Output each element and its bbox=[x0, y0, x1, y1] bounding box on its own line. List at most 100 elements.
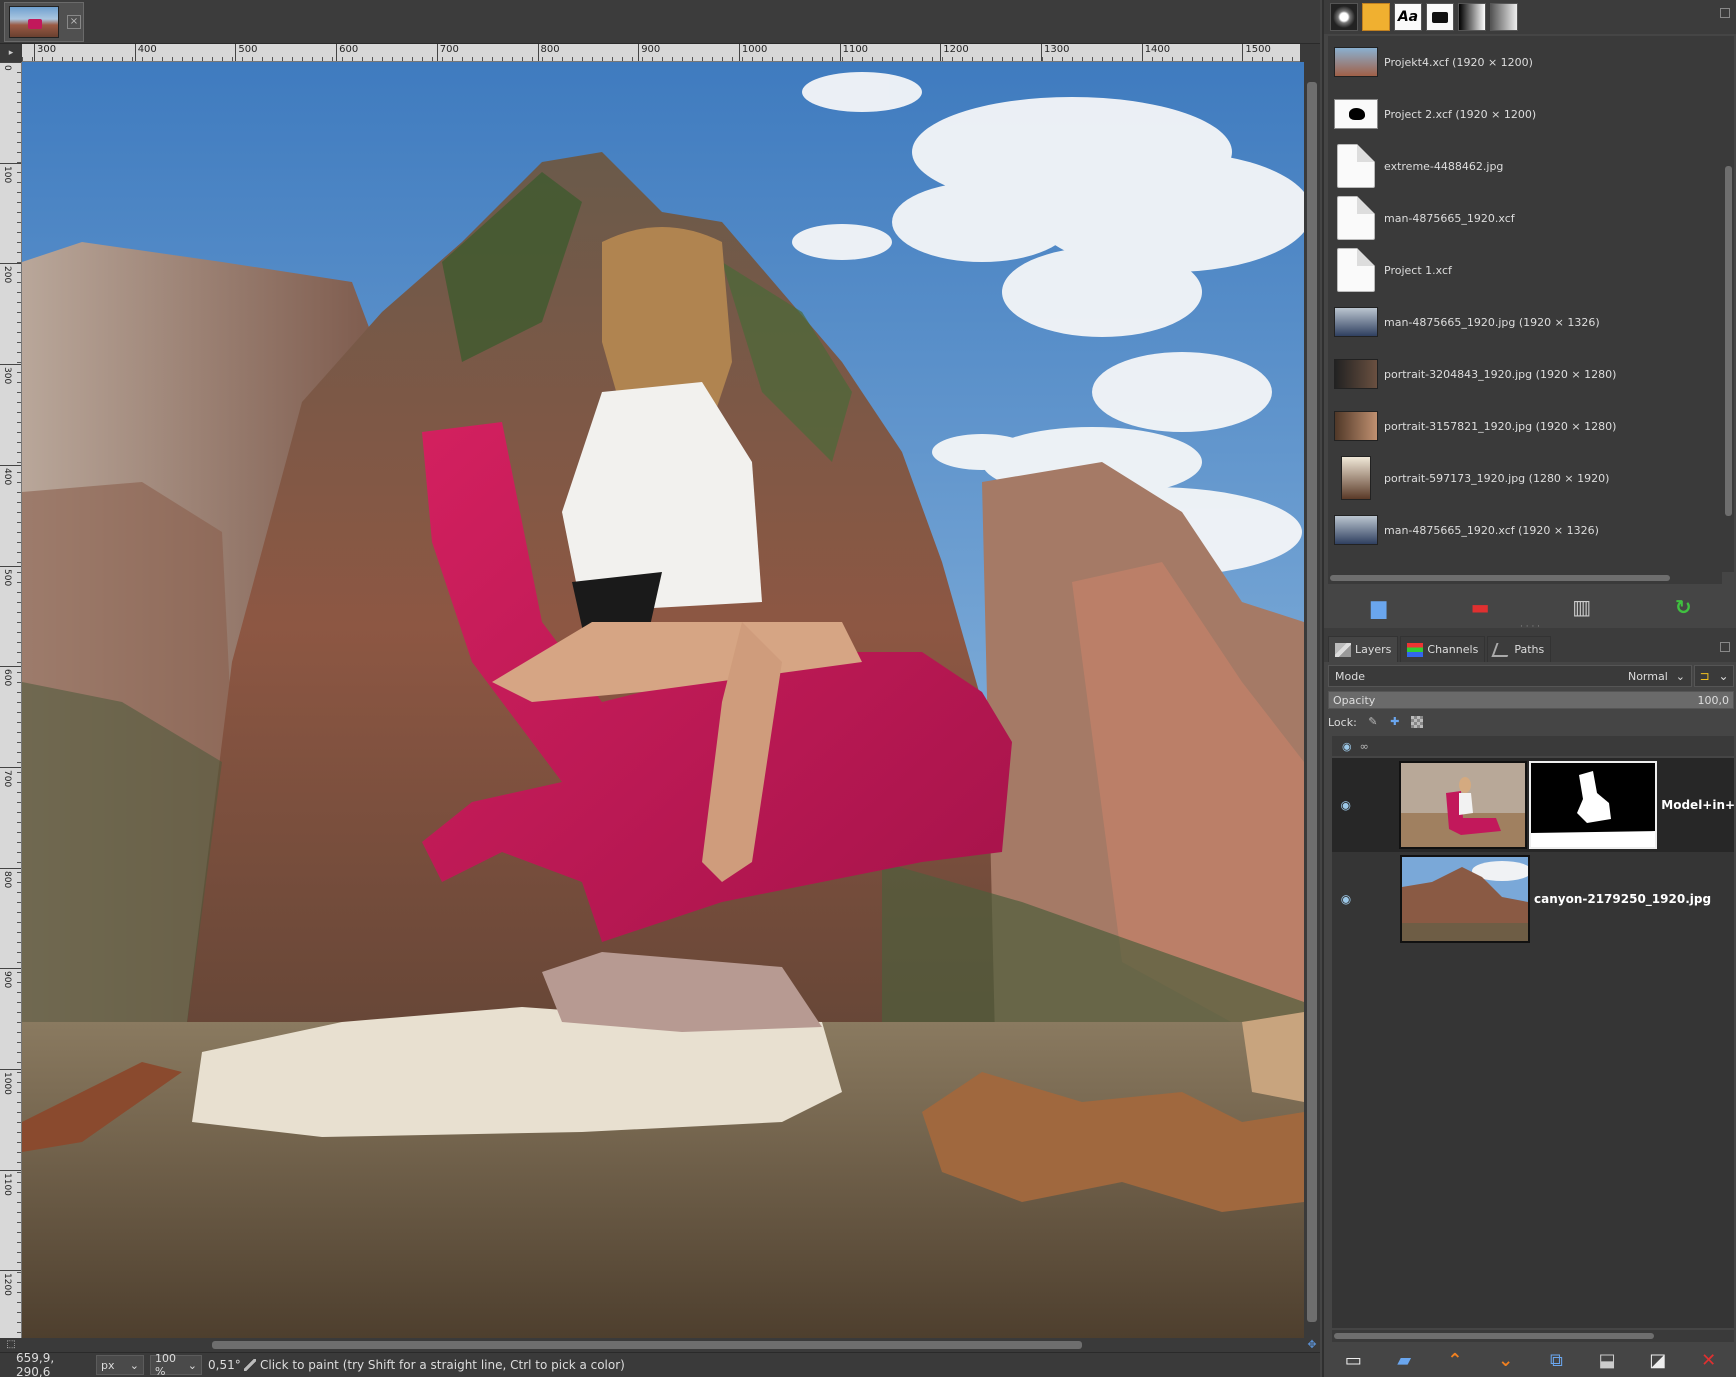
palettes-tab-icon[interactable] bbox=[1490, 3, 1518, 31]
scrollbar-thumb[interactable] bbox=[1330, 575, 1670, 581]
layer-thumbnail[interactable] bbox=[1400, 855, 1530, 943]
status-message: Click to paint (try Shift for a straight… bbox=[244, 1358, 625, 1372]
opacity-value[interactable]: 100,0 bbox=[1698, 694, 1730, 707]
close-icon[interactable]: × bbox=[67, 15, 81, 29]
image-thumbnail bbox=[1334, 144, 1378, 188]
delete-image-icon[interactable]: ▬ bbox=[1466, 593, 1494, 621]
ruler-tick: 800 bbox=[0, 867, 21, 888]
ruler-tick: 200 bbox=[0, 263, 21, 284]
refresh-icon[interactable]: ↻ bbox=[1669, 593, 1697, 621]
dock-menu-icon[interactable] bbox=[1720, 8, 1730, 18]
canvas-vertical-scrollbar[interactable] bbox=[1304, 62, 1320, 1338]
pointer-coordinates: 659,9, 290,6 bbox=[16, 1351, 55, 1377]
lock-alpha-icon[interactable] bbox=[1410, 716, 1423, 728]
ruler-tick: 500 bbox=[235, 44, 257, 61]
eye-icon[interactable]: ◉ bbox=[1332, 892, 1360, 906]
chain-icon: ∞ bbox=[1359, 739, 1369, 753]
layer-mode-select[interactable]: Mode Normal ⌄ bbox=[1328, 665, 1692, 687]
tab-channels[interactable]: Channels bbox=[1400, 636, 1486, 662]
unit-value: px bbox=[101, 1358, 115, 1372]
image-thumbnail bbox=[1334, 456, 1378, 500]
image-list-label: man-4875665_1920.xcf (1920 × 1326) bbox=[1384, 523, 1599, 537]
mode-row: Mode Normal ⌄ ⊐ ⌄ bbox=[1328, 664, 1734, 688]
opacity-slider[interactable]: Opacity 100,0 bbox=[1328, 691, 1734, 709]
lock-position-icon[interactable]: ✚ bbox=[1389, 716, 1401, 728]
zoom-select[interactable]: 100 % ⌄ bbox=[150, 1352, 202, 1377]
vertical-ruler[interactable]: 0 100 200 300 400 500 600 700 800 900 1000 1100 1200 bbox=[0, 62, 22, 1342]
images-horizontal-scrollbar[interactable] bbox=[1328, 572, 1722, 584]
image-tab-bar: × bbox=[0, 0, 1320, 44]
image-thumbnail bbox=[1334, 92, 1378, 136]
image-tab-projekt4[interactable]: × bbox=[4, 2, 84, 42]
tab-layers[interactable]: Layers bbox=[1328, 636, 1399, 662]
fonts-tab-icon[interactable]: Aa bbox=[1394, 3, 1422, 31]
new-layer-icon[interactable]: ▭ bbox=[1339, 1346, 1367, 1374]
quick-mask-toggle-icon[interactable]: ▸ bbox=[0, 44, 22, 62]
image-list-item[interactable]: portrait-3204843_1920.jpg (1920 × 1280) bbox=[1328, 348, 1722, 400]
eye-icon[interactable]: ◉ bbox=[1332, 798, 1360, 812]
image-canvas[interactable] bbox=[22, 62, 1304, 1338]
scrollbar-thumb[interactable] bbox=[1725, 166, 1732, 516]
layer-name[interactable]: Model+in+ bbox=[1661, 798, 1734, 812]
chevron-down-icon: ⌄ bbox=[129, 1358, 139, 1372]
raise-layer-icon[interactable]: ⌃ bbox=[1441, 1346, 1469, 1374]
ruler-tick: 1100 bbox=[0, 1169, 21, 1196]
lock-label: Lock: bbox=[1328, 715, 1357, 729]
lower-layer-icon[interactable]: ⌄ bbox=[1492, 1346, 1520, 1374]
image-tab-thumbnail bbox=[9, 6, 59, 38]
print-icon[interactable]: ▥ bbox=[1568, 593, 1596, 621]
delete-layer-icon[interactable]: ✕ bbox=[1695, 1346, 1723, 1374]
ruler-tick: 100 bbox=[0, 162, 21, 183]
brushes-tab-icon[interactable] bbox=[1330, 3, 1358, 31]
dock-menu-icon[interactable] bbox=[1720, 642, 1730, 652]
layer-mask-thumbnail[interactable] bbox=[1529, 761, 1658, 849]
scrollbar-thumb[interactable] bbox=[1307, 82, 1317, 1322]
image-list-item[interactable]: portrait-597173_1920.jpg (1280 × 1920) bbox=[1328, 452, 1722, 504]
pointer-info-icon[interactable]: ⬚ bbox=[0, 1338, 22, 1352]
layer-row[interactable]: ◉ canyon-2179250_1920.jpg bbox=[1332, 852, 1734, 946]
scrollbar-thumb[interactable] bbox=[212, 1341, 1082, 1349]
layers-horizontal-scrollbar[interactable] bbox=[1332, 1330, 1734, 1342]
image-list-item[interactable]: man-4875665_1920.jpg (1920 × 1326) bbox=[1328, 296, 1722, 348]
ruler-tick: 1200 bbox=[0, 1270, 21, 1296]
composite-mode-select[interactable]: ⊐ ⌄ bbox=[1694, 665, 1734, 687]
gradients-tab-icon[interactable] bbox=[1458, 3, 1486, 31]
mode-label: Mode bbox=[1335, 669, 1365, 683]
image-thumbnail bbox=[1334, 352, 1378, 396]
images-vertical-scrollbar[interactable] bbox=[1722, 36, 1734, 572]
opacity-fill bbox=[1329, 692, 1733, 708]
image-list-item[interactable]: Projekt4.xcf (1920 × 1200) bbox=[1328, 36, 1722, 88]
image-list-item[interactable]: extreme-4488462.jpg bbox=[1328, 140, 1722, 192]
canvas-artwork bbox=[22, 62, 1304, 1338]
images-action-bar: ▆ ▬ ▥ ↻ bbox=[1328, 588, 1734, 626]
open-image-icon[interactable]: ▆ bbox=[1365, 593, 1393, 621]
rotation-angle: 0,51° bbox=[208, 1358, 241, 1372]
image-list-item[interactable]: Project 1.xcf bbox=[1328, 244, 1722, 296]
canvas-horizontal-scrollbar[interactable] bbox=[22, 1338, 1304, 1352]
new-layer-group-icon[interactable]: ▰ bbox=[1390, 1346, 1418, 1374]
image-list-item[interactable]: man-4875665_1920.xcf (1920 × 1326) bbox=[1328, 504, 1722, 556]
layer-name[interactable]: canyon-2179250_1920.jpg bbox=[1534, 892, 1711, 906]
horizontal-ruler[interactable]: 300 400 500 600 700 800 900 1000 1100 1200 1300 140… bbox=[22, 44, 1312, 62]
layers-icon bbox=[1335, 642, 1351, 657]
patterns-tab-icon[interactable] bbox=[1362, 3, 1390, 31]
tab-paths-label: Paths bbox=[1514, 643, 1545, 656]
images-tab-icon[interactable] bbox=[1426, 3, 1454, 31]
duplicate-layer-icon[interactable]: ⧉ bbox=[1542, 1346, 1570, 1374]
zoom-on-resize-icon[interactable] bbox=[1300, 44, 1320, 62]
image-list-item[interactable]: Project 2.xcf (1920 × 1200) bbox=[1328, 88, 1722, 140]
scrollbar-thumb[interactable] bbox=[1334, 1333, 1654, 1339]
image-thumbnail bbox=[1334, 196, 1378, 240]
merge-layer-icon[interactable]: ⬓ bbox=[1593, 1346, 1621, 1374]
tab-paths[interactable]: Paths bbox=[1487, 636, 1552, 662]
layer-thumbnail[interactable] bbox=[1399, 761, 1528, 849]
add-mask-icon[interactable]: ◪ bbox=[1644, 1346, 1672, 1374]
navigate-icon[interactable]: ✥ bbox=[1304, 1338, 1320, 1352]
lock-pixels-icon[interactable]: ✎ bbox=[1367, 716, 1379, 728]
ruler-tick: 900 bbox=[638, 44, 660, 61]
layer-row[interactable]: ◉ Model+in+ bbox=[1332, 758, 1734, 852]
image-list-item[interactable]: portrait-3157821_1920.jpg (1920 × 1280) bbox=[1328, 400, 1722, 452]
paintbrush-icon bbox=[244, 1359, 256, 1371]
unit-select[interactable]: px ⌄ bbox=[96, 1355, 144, 1375]
image-list-item[interactable]: man-4875665_1920.xcf bbox=[1328, 192, 1722, 244]
